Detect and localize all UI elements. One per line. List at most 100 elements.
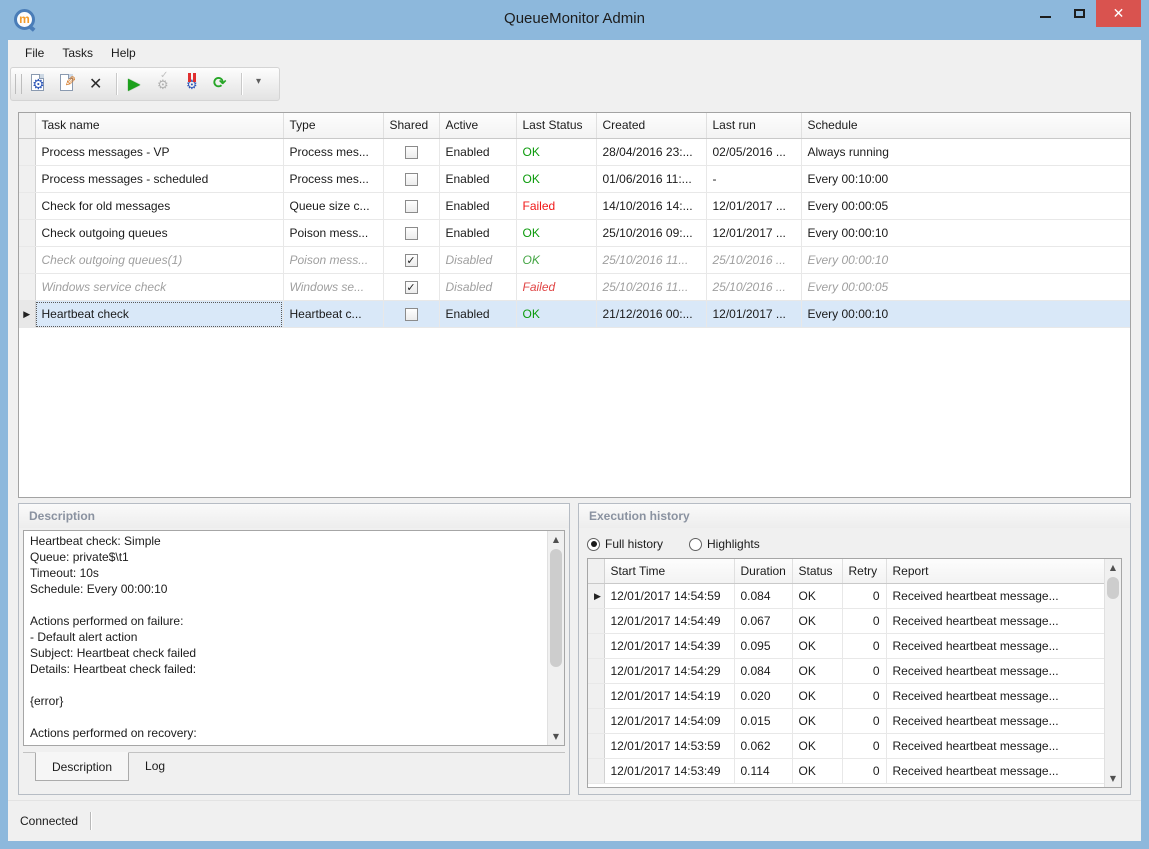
radio-full-history[interactable]: Full history — [587, 537, 663, 551]
cell-active[interactable]: Enabled — [439, 139, 516, 166]
execution-row[interactable]: 12/01/2017 14:54:190.020OK0Received hear… — [588, 684, 1106, 709]
cell-shared[interactable]: ✓ — [383, 247, 439, 274]
scroll-up-icon[interactable]: ▲ — [1105, 559, 1121, 576]
row-selector-cell[interactable]: ▶ — [19, 301, 35, 328]
task-row[interactable]: Process messages - scheduledProcess mes.… — [19, 166, 1131, 193]
cell-shared[interactable] — [383, 166, 439, 193]
cell-schedule[interactable]: Every 00:00:05 — [801, 274, 1131, 301]
cell-status[interactable]: OK — [792, 759, 842, 784]
cell-retry[interactable]: 0 — [842, 759, 886, 784]
task-row[interactable]: Check for old messagesQueue size c...Ena… — [19, 193, 1131, 220]
column-header-retry[interactable]: Retry — [842, 559, 886, 584]
cell-retry[interactable]: 0 — [842, 709, 886, 734]
row-selector-cell[interactable] — [19, 220, 35, 247]
cell-start-time[interactable]: 12/01/2017 14:54:59 — [604, 584, 734, 609]
row-selector-cell[interactable] — [19, 166, 35, 193]
cell-retry[interactable]: 0 — [842, 634, 886, 659]
scroll-down-icon[interactable]: ▼ — [548, 728, 564, 745]
run-task-button[interactable]: ▶ — [122, 71, 149, 97]
cell-status[interactable]: OK — [792, 709, 842, 734]
cell-report[interactable]: Received heartbeat message... — [886, 659, 1106, 684]
row-selector-cell[interactable] — [588, 684, 604, 709]
column-header-last-run[interactable]: Last run — [706, 113, 801, 139]
column-header-active[interactable]: Active — [439, 113, 516, 139]
cell-last-status[interactable]: Failed — [516, 193, 596, 220]
execution-row[interactable]: 12/01/2017 14:54:090.015OK0Received hear… — [588, 709, 1106, 734]
column-header-last-status[interactable]: Last Status — [516, 113, 596, 139]
toolbar-overflow-button[interactable]: ▾ — [247, 71, 274, 97]
cell-start-time[interactable]: 12/01/2017 14:54:49 — [604, 609, 734, 634]
cell-task-name[interactable]: Check outgoing queues — [35, 220, 283, 247]
cell-duration[interactable]: 0.084 — [734, 659, 792, 684]
cell-created[interactable]: 25/10/2016 11... — [596, 247, 706, 274]
row-selector-cell[interactable] — [19, 139, 35, 166]
cell-type[interactable]: Heartbeat c... — [283, 301, 383, 328]
scrollbar-thumb[interactable] — [1107, 577, 1119, 599]
cell-last-run[interactable]: 12/01/2017 ... — [706, 193, 801, 220]
cell-report[interactable]: Received heartbeat message... — [886, 734, 1106, 759]
task-row[interactable]: Process messages - VPProcess mes...Enabl… — [19, 139, 1131, 166]
pause-task-button[interactable]: ⚙ — [180, 71, 207, 97]
cell-last-run[interactable]: - — [706, 166, 801, 193]
cell-created[interactable]: 21/12/2016 00:... — [596, 301, 706, 328]
description-text-area[interactable]: Heartbeat check: SimpleQueue: private$\t… — [23, 530, 565, 746]
refresh-button[interactable]: ⟳ — [209, 71, 236, 97]
column-header-status[interactable]: Status — [792, 559, 842, 584]
cell-last-status[interactable]: OK — [516, 301, 596, 328]
row-selector-cell[interactable] — [588, 634, 604, 659]
cell-type[interactable]: Windows se... — [283, 274, 383, 301]
cell-schedule[interactable]: Every 00:00:05 — [801, 193, 1131, 220]
cell-active[interactable]: Enabled — [439, 301, 516, 328]
cell-active[interactable]: Disabled — [439, 247, 516, 274]
cell-report[interactable]: Received heartbeat message... — [886, 634, 1106, 659]
cell-active[interactable]: Disabled — [439, 274, 516, 301]
delete-task-button[interactable]: ✕ — [84, 71, 111, 97]
menu-file[interactable]: File — [16, 42, 53, 64]
cell-last-status[interactable]: Failed — [516, 274, 596, 301]
cell-retry[interactable]: 0 — [842, 584, 886, 609]
cell-start-time[interactable]: 12/01/2017 14:54:09 — [604, 709, 734, 734]
checkbox-unchecked-icon[interactable] — [405, 200, 418, 213]
cell-duration[interactable]: 0.095 — [734, 634, 792, 659]
row-selector-cell[interactable] — [588, 609, 604, 634]
checkbox-unchecked-icon[interactable] — [405, 308, 418, 321]
cell-last-run[interactable]: 25/10/2016 ... — [706, 274, 801, 301]
cell-created[interactable]: 01/06/2016 11:... — [596, 166, 706, 193]
cell-schedule[interactable]: Always running — [801, 139, 1131, 166]
column-header-shared[interactable]: Shared — [383, 113, 439, 139]
cell-retry[interactable]: 0 — [842, 734, 886, 759]
column-header-schedule[interactable]: Schedule — [801, 113, 1131, 139]
checkbox-checked-icon[interactable]: ✓ — [405, 281, 418, 294]
maximize-button[interactable] — [1062, 0, 1096, 27]
cell-last-status[interactable]: OK — [516, 139, 596, 166]
cell-schedule[interactable]: Every 00:00:10 — [801, 247, 1131, 274]
checkbox-checked-icon[interactable]: ✓ — [405, 254, 418, 267]
row-selector-cell[interactable]: ▶ — [588, 584, 604, 609]
cell-created[interactable]: 25/10/2016 11... — [596, 274, 706, 301]
cell-task-name[interactable]: Windows service check — [35, 274, 283, 301]
row-selector-header[interactable] — [19, 113, 35, 139]
minimize-button[interactable] — [1028, 0, 1062, 27]
column-header-type[interactable]: Type — [283, 113, 383, 139]
column-header-duration[interactable]: Duration — [734, 559, 792, 584]
checkbox-unchecked-icon[interactable] — [405, 146, 418, 159]
task-row[interactable]: Check outgoing queues(1)Poison mess...✓D… — [19, 247, 1131, 274]
cell-status[interactable]: OK — [792, 584, 842, 609]
execution-scrollbar[interactable]: ▲ ▼ — [1104, 559, 1121, 787]
cell-task-name[interactable]: Process messages - scheduled — [35, 166, 283, 193]
cell-last-status[interactable]: OK — [516, 220, 596, 247]
cell-schedule[interactable]: Every 00:10:00 — [801, 166, 1131, 193]
cell-start-time[interactable]: 12/01/2017 14:54:39 — [604, 634, 734, 659]
scrollbar-thumb[interactable] — [550, 549, 562, 667]
cell-shared[interactable]: ✓ — [383, 274, 439, 301]
cell-status[interactable]: OK — [792, 734, 842, 759]
cell-created[interactable]: 14/10/2016 14:... — [596, 193, 706, 220]
scroll-down-icon[interactable]: ▼ — [1105, 770, 1121, 787]
tab-log[interactable]: Log — [129, 753, 181, 779]
task-row[interactable]: ▶Heartbeat checkHeartbeat c...EnabledOK2… — [19, 301, 1131, 328]
cell-status[interactable]: OK — [792, 634, 842, 659]
cell-shared[interactable] — [383, 220, 439, 247]
tab-description[interactable]: Description — [35, 752, 129, 781]
cell-created[interactable]: 25/10/2016 09:... — [596, 220, 706, 247]
title-bar[interactable]: m QueueMonitor Admin ✕ — [0, 0, 1149, 40]
